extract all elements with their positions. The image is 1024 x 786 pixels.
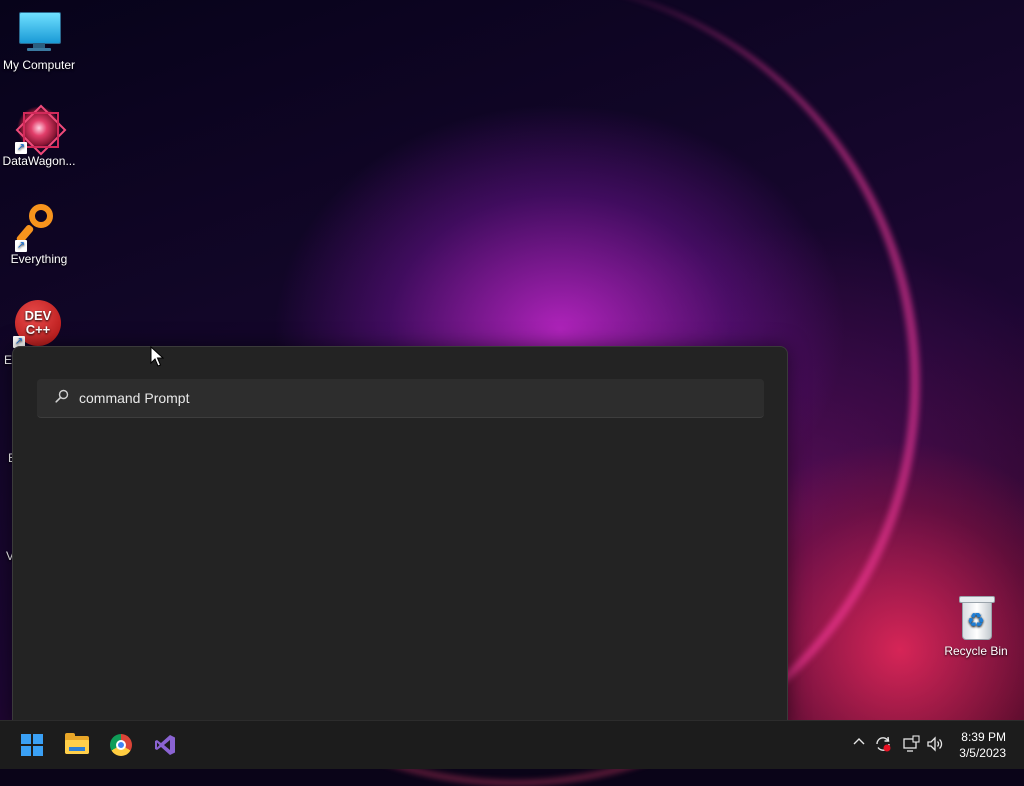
sync-icon[interactable]	[874, 735, 892, 753]
taskbar: 8:39 PM 3/5/2023	[0, 720, 1024, 769]
taskbar-file-explorer-button[interactable]	[57, 725, 97, 765]
shortcut-arrow-icon: ↗	[15, 240, 27, 252]
desktop-icon-label: My Computer	[2, 58, 76, 72]
taskbar-visual-studio-button[interactable]	[145, 725, 185, 765]
recycle-bin-icon: ♻	[954, 596, 998, 640]
system-tray: 8:39 PM 3/5/2023	[824, 721, 1024, 769]
search-box[interactable]	[37, 379, 764, 418]
network-icon[interactable]	[902, 735, 920, 753]
desktop-icon-label: Everything	[10, 252, 68, 266]
clock-date: 3/5/2023	[959, 746, 1006, 760]
desktop-icon-everything[interactable]: ↗ Everything	[1, 204, 77, 266]
chevron-up-icon[interactable]	[850, 735, 868, 753]
windows-start-icon	[21, 734, 43, 756]
desktop-icon-label: DataWagon...	[2, 154, 76, 168]
search-input[interactable]	[77, 379, 731, 417]
taskbar-clock[interactable]: 8:39 PM 3/5/2023	[959, 729, 1006, 761]
desktop-icon-devcpp[interactable]: DEV C++ ↗	[0, 300, 75, 348]
clock-time: 8:39 PM	[961, 730, 1006, 744]
desktop-icon-my-computer[interactable]: My Computer	[1, 10, 77, 72]
computer-icon	[17, 10, 61, 54]
mouse-cursor-icon	[150, 346, 164, 367]
desktop-icon-label: Recycle Bin	[944, 644, 1008, 658]
desktop-icon-datawagon[interactable]: ↗ DataWagon...	[1, 106, 77, 168]
start-search-panel	[12, 346, 788, 727]
start-button[interactable]	[12, 725, 52, 765]
visual-studio-icon	[155, 735, 175, 755]
everything-search-icon: ↗	[15, 204, 61, 252]
datawagon-icon: ↗	[15, 106, 61, 154]
devcpp-icon: DEV C++ ↗	[13, 300, 61, 348]
desktop-icon-recycle-bin[interactable]: ♻ Recycle Bin	[938, 596, 1014, 658]
shortcut-arrow-icon: ↗	[15, 142, 27, 154]
volume-icon[interactable]	[926, 735, 944, 753]
taskbar-chrome-button[interactable]	[101, 725, 141, 765]
search-icon	[55, 389, 69, 403]
